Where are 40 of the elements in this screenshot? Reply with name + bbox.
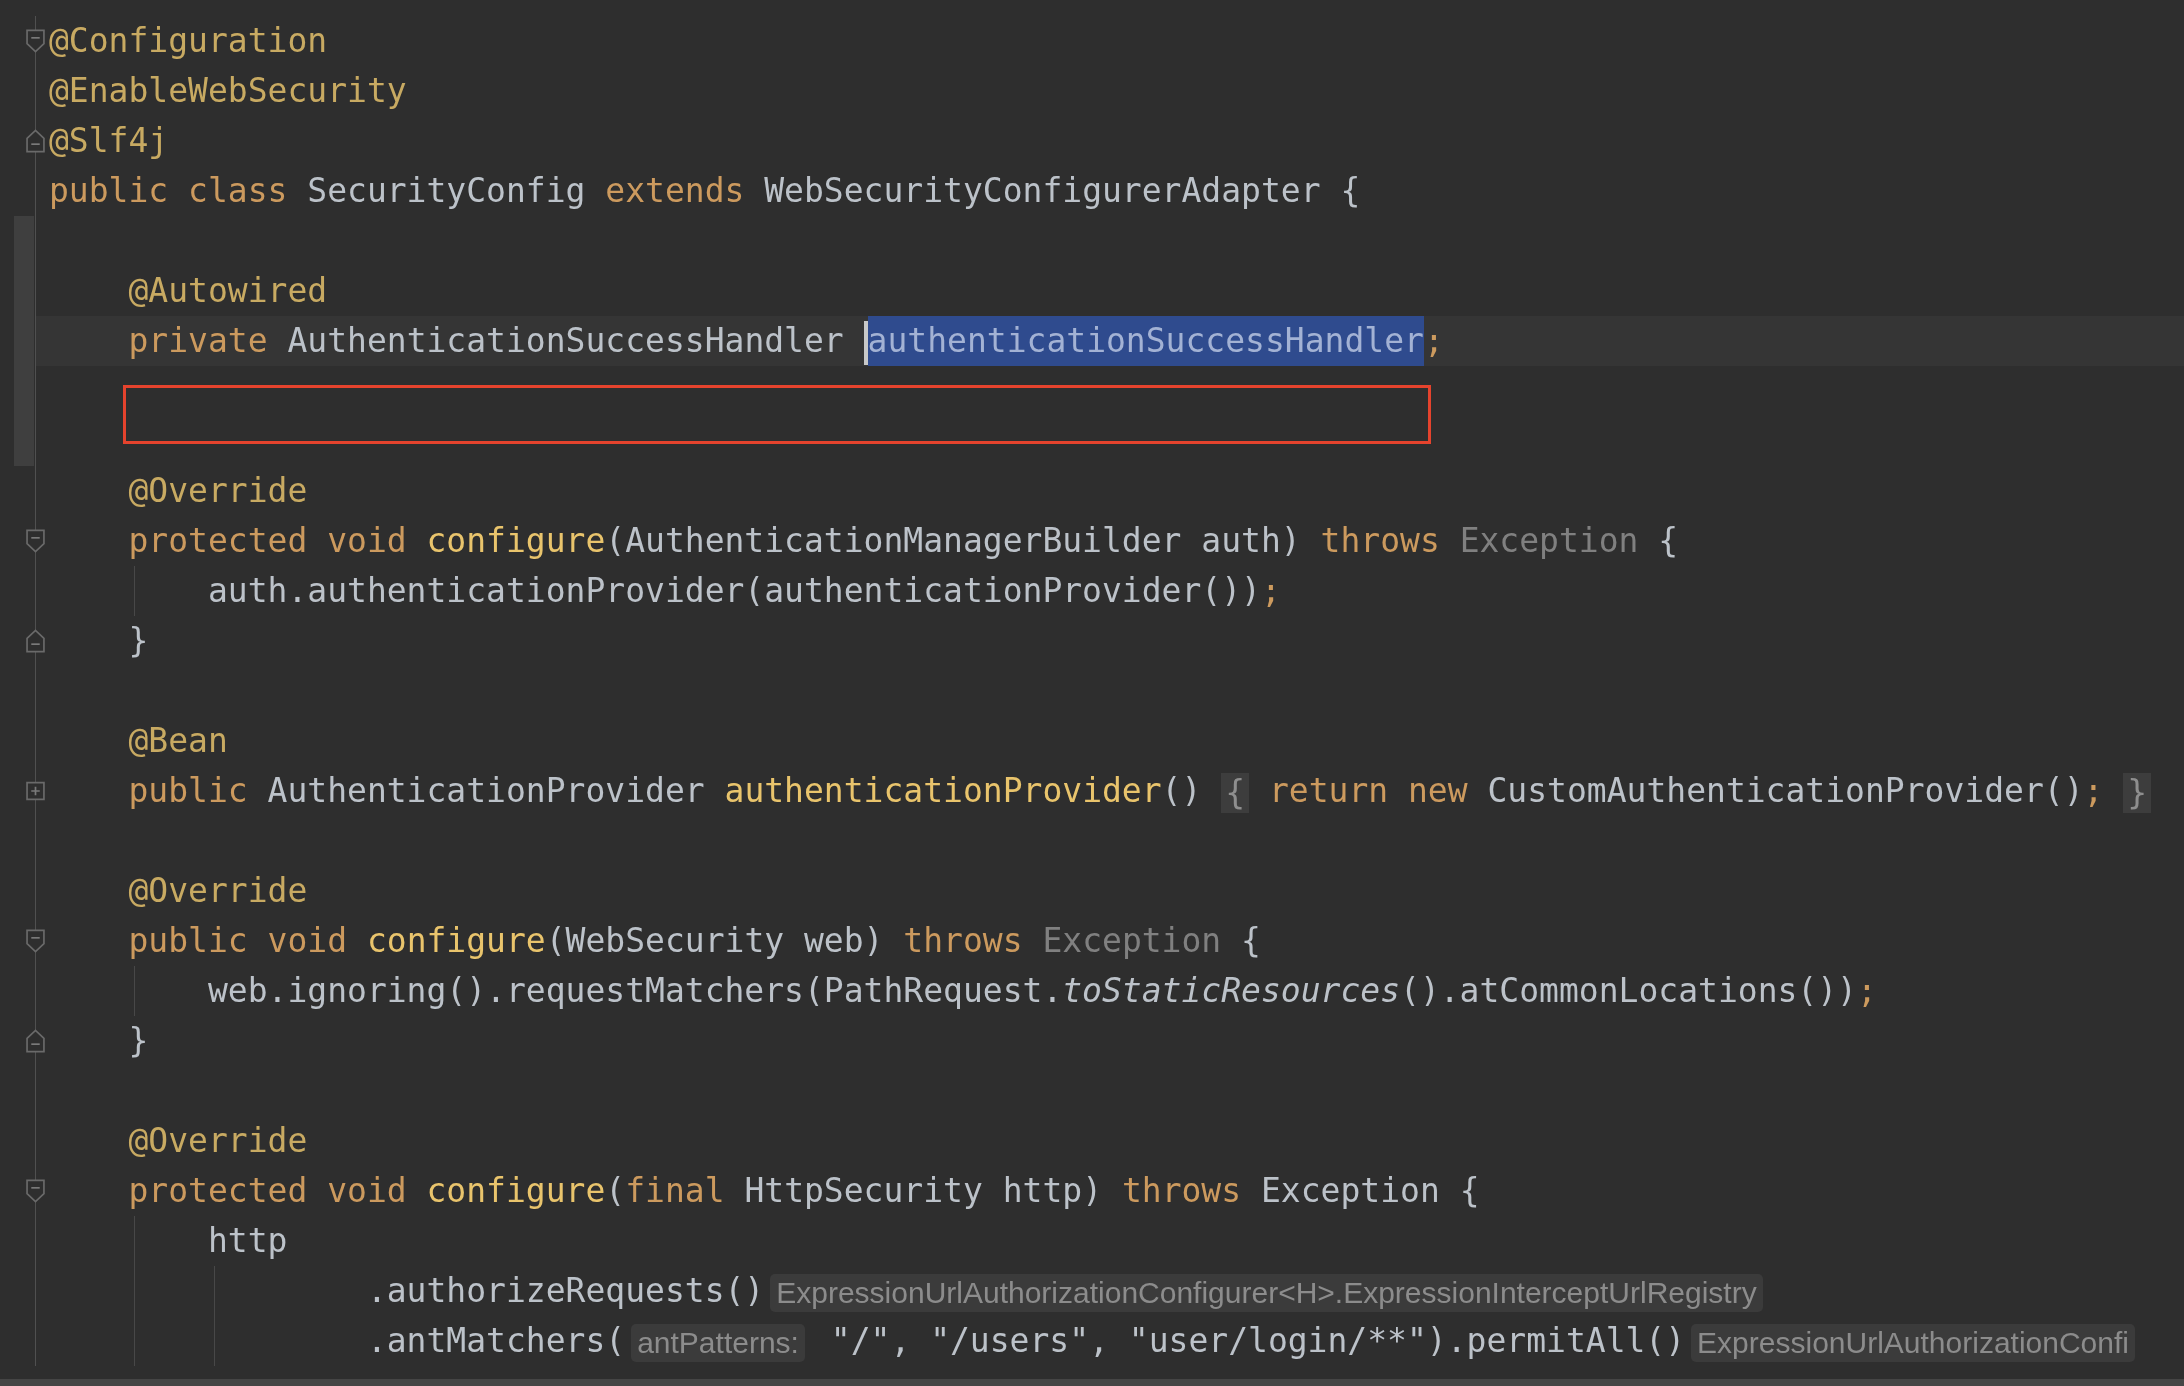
text-cursor-icon	[863, 320, 868, 365]
code-text: @Override	[128, 471, 308, 510]
fold-placeholder[interactable]: {	[1221, 772, 1250, 813]
code-text: protected void configure(AuthenticationManagerBuilder auth) throws Exception {	[128, 521, 1679, 560]
fold-end-icon[interactable]	[26, 129, 45, 153]
code-text: private AuthenticationSuccessHandler	[128, 321, 844, 360]
fold-end-icon[interactable]	[26, 629, 45, 653]
code-text: @EnableWebSecurity	[49, 71, 407, 110]
code-text: public class SecurityConfig extends WebSecurityConfigurerAdapter {	[49, 171, 1361, 210]
fold-end-icon[interactable]	[26, 1029, 45, 1053]
code-text: public void configure(WebSecurity web) throws Exception {	[128, 921, 1261, 960]
inlay-hint: ExpressionUrlAuthorizationConfi	[1691, 1323, 2135, 1362]
code-text: .antMatchers(	[366, 1321, 626, 1360]
code-text: @Autowired	[128, 271, 328, 310]
code-text: ;	[1423, 321, 1444, 360]
code-text: }	[128, 1021, 149, 1060]
code-text: public AuthenticationProvider authenticationProvider()	[128, 771, 1202, 810]
code-text: @Configuration	[49, 21, 328, 60]
fold-start-icon[interactable]	[26, 29, 45, 53]
selected-text: authenticationSuccessHandler	[867, 316, 1424, 366]
code-text: @Slf4j	[49, 121, 169, 160]
code-text: @Bean	[128, 721, 228, 760]
change-marker[interactable]	[14, 216, 34, 466]
code-text: http	[207, 1221, 288, 1260]
fold-start-icon[interactable]	[26, 1179, 45, 1203]
code-text: "/", "/users", "user/login/**").permitAll()	[830, 1321, 1686, 1360]
code-text: @Override	[128, 871, 308, 910]
fold-placeholder[interactable]: }	[2123, 772, 2152, 813]
inlay-hint: ExpressionUrlAuthorizationConfigurer<H>.ExpressionInterceptUrlRegistry	[770, 1273, 1763, 1312]
code-text: .authorizeRequests()	[366, 1271, 765, 1310]
fold-start-icon[interactable]	[26, 529, 45, 553]
fold-plus-icon[interactable]	[26, 779, 45, 803]
code-text: web.ignoring().requestMatchers(PathRequest.toStaticResources().atCommonLocations());	[207, 971, 1877, 1010]
code-text: @Override	[128, 1121, 308, 1160]
code-text: protected void configure(final HttpSecurity http) throws Exception {	[128, 1171, 1480, 1210]
code-text: }	[128, 621, 149, 660]
inlay-hint: antPatterns:	[631, 1323, 805, 1362]
fold-start-icon[interactable]	[26, 929, 45, 953]
code-text: return new CustomAuthenticationProvider();	[1268, 771, 2104, 810]
code-text: auth.authenticationProvider(authenticationProvider());	[207, 571, 1281, 610]
